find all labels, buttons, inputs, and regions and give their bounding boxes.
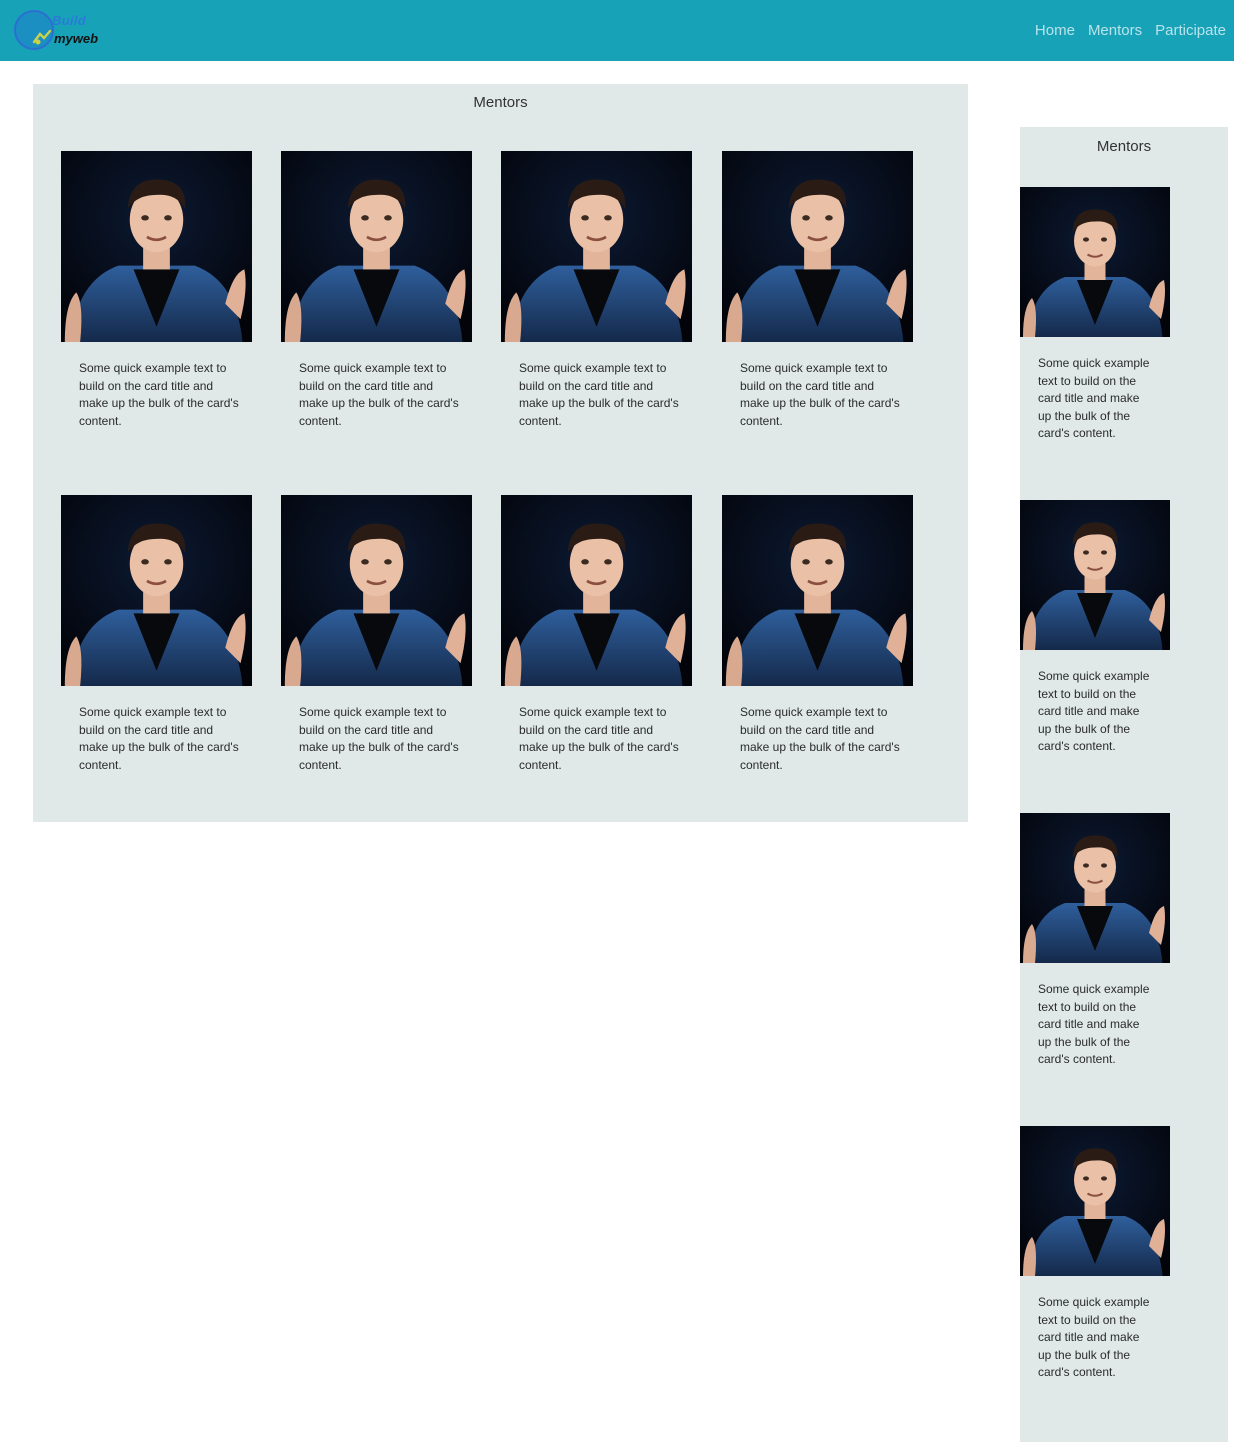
brand-line2: myweb	[54, 31, 99, 46]
brand-line1: Build	[52, 13, 86, 28]
handshake-icon	[32, 29, 52, 45]
card-text: Some quick example text to build on the …	[1038, 669, 1150, 753]
card-text: Some quick example text to build on the …	[1038, 356, 1150, 440]
card-text: Some quick example text to build on the …	[299, 361, 459, 428]
mentor-photo	[1020, 1126, 1170, 1276]
mentor-photo	[501, 495, 692, 686]
mentor-photo	[501, 151, 692, 342]
brand-logo[interactable]: Build myweb	[14, 10, 104, 52]
mentors-side-panel: Mentors Some quick example text to build…	[1020, 127, 1228, 1442]
mentor-photo	[722, 495, 913, 686]
mentor-photo	[61, 151, 252, 342]
mentor-photo	[61, 495, 252, 686]
navbar: Build myweb Home Mentors Participate	[0, 0, 1234, 61]
card-text: Some quick example text to build on the …	[740, 361, 900, 428]
nav-participate[interactable]: Participate	[1155, 21, 1226, 41]
mentor-photo	[1020, 500, 1170, 650]
card-text: Some quick example text to build on the …	[299, 705, 459, 772]
nav-links: Home Mentors Participate	[1035, 21, 1226, 41]
card-text: Some quick example text to build on the …	[519, 705, 679, 772]
mentor-photo	[1020, 187, 1170, 337]
card-text: Some quick example text to build on the …	[519, 361, 679, 428]
mentors-main-panel: Mentors Some quick example text to build…	[33, 84, 968, 822]
nav-home[interactable]: Home	[1035, 21, 1075, 41]
main-panel-title: Mentors	[473, 94, 528, 111]
card-text: Some quick example text to build on the …	[79, 705, 239, 772]
mentor-photo	[722, 151, 913, 342]
side-panel-title: Mentors	[1096, 138, 1152, 155]
nav-mentors[interactable]: Mentors	[1088, 21, 1142, 41]
mentor-photo	[281, 151, 472, 342]
mentor-photo	[1020, 813, 1170, 963]
card-text: Some quick example text to build on the …	[79, 361, 239, 428]
mentor-photo	[281, 495, 472, 686]
card-text: Some quick example text to build on the …	[1038, 982, 1150, 1066]
card-text: Some quick example text to build on the …	[1038, 1295, 1150, 1379]
card-text: Some quick example text to build on the …	[740, 705, 900, 772]
